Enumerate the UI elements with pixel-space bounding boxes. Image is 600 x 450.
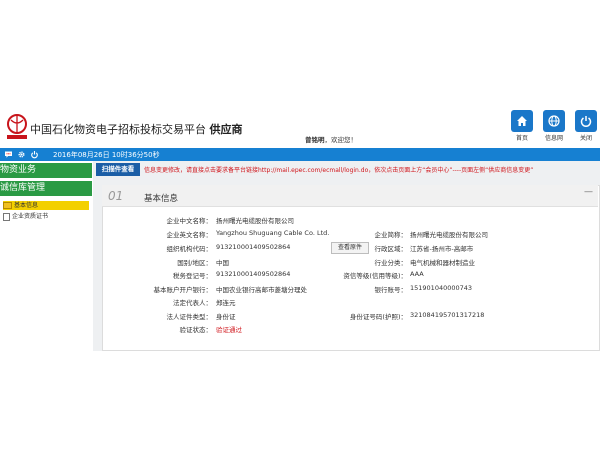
- id-no-value: 321084195701317218: [410, 311, 485, 319]
- legal-value: 郑连元: [216, 299, 236, 307]
- panel-title: 基本信息: [144, 194, 179, 204]
- short-name-label: 企业简称：: [374, 231, 408, 239]
- account-value: 151901040000743: [410, 284, 473, 292]
- power-small-icon[interactable]: [30, 150, 39, 159]
- cn-name-value: 扬州曙光电缆股份有限公司: [216, 217, 294, 225]
- org-code-label: 组织机构代码：: [166, 245, 213, 253]
- status-bar-icons: [4, 150, 39, 159]
- cn-name-label: 企业中文名称：: [166, 217, 213, 225]
- account-label: 银行账号：: [374, 286, 408, 294]
- en-name-label: 企业英文名称：: [166, 231, 213, 239]
- datetime: 2016年08月26日 10时36分50秒: [53, 151, 160, 159]
- country-label: 国别/地区：: [177, 259, 212, 267]
- notice-text: 信息变更修改，请直接点击要求备平台链接http://mail.epec.com/…: [144, 167, 534, 174]
- user-greeting: 曾铭明，欢迎您！: [305, 136, 357, 144]
- info-network-button[interactable]: 信息网: [543, 110, 565, 142]
- user-name: 曾铭明: [305, 136, 325, 144]
- verify-value: 验证通过: [216, 326, 242, 334]
- tab-scan-view[interactable]: 扫描件查看: [96, 163, 140, 176]
- region-label: 行政区域：: [374, 245, 408, 253]
- sinopec-logo: [7, 114, 27, 139]
- credit-label: 资信等级(信用等级)：: [343, 272, 407, 280]
- close-button[interactable]: 关闭: [575, 110, 597, 142]
- legal-label: 法定代表人：: [173, 299, 212, 307]
- info-network-label: 信息网: [544, 135, 563, 142]
- sidebar-section-credit[interactable]: 诚信库管理: [0, 181, 92, 196]
- tax-value: 913210001409502864: [216, 270, 291, 278]
- sidebar-item-label: 企业资质证书: [12, 213, 49, 220]
- region-value: 江苏省-扬州市-高邮市: [410, 245, 474, 253]
- home-button[interactable]: 首页: [511, 110, 533, 142]
- short-name-value: 扬州曙光电缆股份有限公司: [410, 231, 488, 239]
- sidebar-item-label: 基本信息: [14, 202, 39, 209]
- id-type-label: 法人证件类型：: [166, 313, 213, 321]
- credit-value: AAA: [410, 270, 424, 278]
- industry-value: 电气机械和器材制造业: [410, 259, 475, 267]
- sidebar-item-qualification[interactable]: 企业资质证书: [3, 212, 89, 221]
- id-type-value: 身份证: [216, 313, 236, 321]
- tax-label: 税务登记号：: [173, 272, 212, 280]
- org-code-value: 913210001409502864: [216, 243, 291, 251]
- home-icon: [511, 110, 533, 132]
- country-value: 中国: [216, 259, 229, 267]
- document-icon: [3, 212, 10, 221]
- message-icon[interactable]: [4, 150, 13, 159]
- bank-label: 基本账户开户银行：: [153, 286, 213, 294]
- panel-number: 01: [108, 189, 124, 203]
- close-label: 关闭: [579, 135, 592, 142]
- home-label: 首页: [515, 135, 528, 142]
- folder-icon: [3, 202, 12, 209]
- sidebar-section-material[interactable]: 物资业务: [0, 163, 92, 178]
- globe-icon: [543, 110, 565, 132]
- id-no-label: 身份证号码(护照)：: [349, 313, 407, 321]
- power-icon: [575, 110, 597, 132]
- gear-icon[interactable]: [17, 150, 26, 159]
- platform-title: 中国石化物资电子招标投标交易平台 供应商: [30, 123, 243, 136]
- minimize-button[interactable]: —: [584, 187, 593, 197]
- industry-label: 行业分类：: [374, 259, 408, 267]
- sidebar-item-basic-info[interactable]: 基本信息: [3, 201, 89, 210]
- verify-label: 验证状态：: [179, 326, 213, 334]
